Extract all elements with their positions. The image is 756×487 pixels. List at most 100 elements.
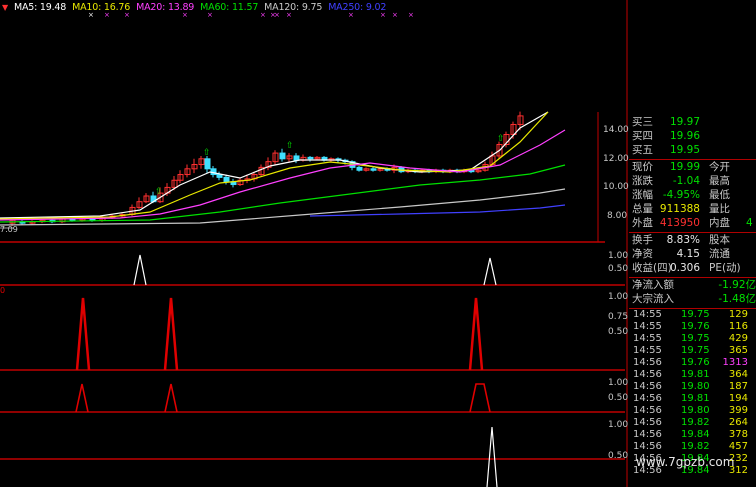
ma-legend: ▼ MA5: 19.48 MA10: 16.76 MA20: 13.89 MA6… bbox=[0, 0, 386, 14]
tick-volume: 429 bbox=[728, 333, 748, 344]
quote-block-inflow: 大宗流入 -1.48亿 bbox=[632, 293, 756, 305]
tick-volume: 457 bbox=[728, 441, 748, 452]
price-tick-12: 12.00 bbox=[603, 154, 629, 164]
tick-row: 14:56 19.80 187 bbox=[629, 381, 756, 393]
tick-volume: 1313 bbox=[722, 357, 748, 368]
tick-price: 19.76 bbox=[681, 321, 710, 332]
tick-price: 19.75 bbox=[681, 333, 710, 344]
up-arrow-icon: ⇧ bbox=[497, 134, 505, 144]
candle-body bbox=[223, 176, 230, 183]
tick-price: 19.75 bbox=[681, 345, 710, 356]
panel-tag: 0 bbox=[0, 286, 5, 295]
ma250-label: MA250: 9.02 bbox=[328, 1, 387, 13]
ma5-label: MA5: 19.48 bbox=[13, 1, 67, 13]
signal3-spike bbox=[164, 383, 178, 413]
tick-price: 19.82 bbox=[681, 417, 710, 428]
signal2-spike bbox=[163, 297, 179, 371]
tick-volume: 264 bbox=[728, 417, 748, 428]
candle-body bbox=[204, 158, 211, 170]
tick-time: 14:56 bbox=[633, 369, 662, 380]
signal4-spike bbox=[486, 426, 498, 487]
tick-time: 14:56 bbox=[633, 417, 662, 428]
quote-panel: 买三 19.97 买四 19.96 买五 19.95 现价 19.99 今开 涨… bbox=[629, 111, 756, 487]
ma250-line bbox=[309, 204, 566, 217]
tick-time: 14:55 bbox=[633, 345, 662, 356]
tick-price: 19.81 bbox=[681, 393, 710, 404]
tick-row: 14:56 19.76 1313 bbox=[629, 357, 756, 369]
signal1-spike bbox=[133, 254, 147, 286]
price-low-label: 7.09 bbox=[0, 225, 18, 234]
signal2-spike bbox=[468, 297, 484, 371]
quote-turnover: 换手 8.83% 股本 bbox=[632, 234, 730, 246]
tick-time: 14:55 bbox=[633, 333, 662, 344]
tick-time: 14:55 bbox=[633, 321, 662, 332]
candlestick-series bbox=[9, 111, 524, 227]
signal2-spike bbox=[75, 297, 91, 371]
signal3-spike bbox=[75, 383, 89, 413]
signal1-spike bbox=[483, 257, 497, 286]
tick-time: 14:55 bbox=[633, 309, 662, 320]
signal3-spike bbox=[469, 383, 491, 413]
ma5-line bbox=[0, 111, 549, 219]
price-tick-14: 14.00 bbox=[603, 125, 629, 135]
ma10-label: MA10: 16.76 bbox=[72, 1, 131, 13]
tick-volume: 194 bbox=[728, 393, 748, 404]
tick-time: 14:56 bbox=[633, 381, 662, 392]
sig2-tick-05: 0.50 bbox=[608, 327, 629, 337]
candle-body bbox=[279, 152, 286, 160]
marker-x: × bbox=[408, 11, 414, 19]
tick-row: 14:56 19.84 378 bbox=[629, 429, 756, 441]
quote-net-assets: 净资 4.15 流通 bbox=[632, 248, 730, 260]
tick-price: 19.80 bbox=[681, 405, 710, 416]
tick-volume: 129 bbox=[728, 309, 748, 320]
sig2-tick-075: 0.75 bbox=[608, 312, 629, 322]
sig4-tick-05: 0.50 bbox=[608, 451, 629, 461]
sig4-tick-1: 1.00 bbox=[608, 420, 629, 430]
tick-time: 14:56 bbox=[633, 393, 662, 404]
tick-volume: 399 bbox=[728, 405, 748, 416]
quote-net-inflow: 净流入额 -1.92亿 bbox=[632, 279, 756, 291]
tick-row: 14:56 19.81 364 bbox=[629, 369, 756, 381]
red-down-triangle-icon: ▼ bbox=[2, 2, 8, 12]
tick-price: 19.76 bbox=[681, 357, 710, 368]
candle-body bbox=[307, 156, 314, 160]
quote-buy5: 买五 19.95 bbox=[632, 144, 700, 156]
price-tick-10: 10.00 bbox=[603, 182, 629, 192]
tick-volume: 187 bbox=[728, 381, 748, 392]
ma20-line bbox=[0, 129, 566, 221]
tick-time: 14:56 bbox=[633, 441, 662, 452]
sig3-tick-1: 1.00 bbox=[608, 378, 629, 388]
marker-x: × bbox=[392, 11, 398, 19]
tick-time: 14:56 bbox=[633, 429, 662, 440]
sig1-tick-1: 1.00 bbox=[608, 251, 629, 261]
sig1-tick-05: 0.50 bbox=[608, 264, 629, 274]
candle-body bbox=[370, 168, 377, 171]
price-tick-8: 8.00 bbox=[607, 211, 628, 221]
tick-row: 14:55 19.75 429 bbox=[629, 333, 756, 345]
ma60-label: MA60: 11.57 bbox=[200, 1, 259, 13]
quote-outer: 外盘 413950 内盘 4 bbox=[632, 217, 753, 229]
quote-change: 涨跌 -1.04 最高 bbox=[632, 175, 730, 187]
signal-panels: 0 bbox=[0, 254, 498, 487]
sig2-tick-1: 1.00 bbox=[608, 292, 629, 302]
tick-row: 14:55 19.75 129 bbox=[629, 309, 756, 321]
quote-buy3: 买三 19.97 bbox=[632, 116, 700, 128]
watermark: www.7gpzb.com bbox=[636, 455, 735, 469]
quote-earnings: 收益(四) 0.306 PE(动) bbox=[632, 262, 741, 274]
tick-price: 19.84 bbox=[681, 429, 710, 440]
ma120-label: MA120: 9.75 bbox=[264, 1, 323, 13]
tick-price: 19.82 bbox=[681, 441, 710, 452]
quote-change-pct: 涨幅 -4.95% 最低 bbox=[632, 189, 730, 201]
tick-price: 19.80 bbox=[681, 381, 710, 392]
tick-volume: 378 bbox=[728, 429, 748, 440]
tick-price: 19.75 bbox=[681, 309, 710, 320]
quote-price: 现价 19.99 今开 bbox=[632, 161, 730, 173]
candle-body bbox=[216, 174, 223, 178]
tick-time: 14:56 bbox=[633, 357, 662, 368]
up-arrow-icon: ⇧ bbox=[286, 141, 294, 151]
tick-row: 14:55 19.76 116 bbox=[629, 321, 756, 333]
ma60-line bbox=[0, 164, 566, 223]
quote-volume: 总量 911388 量比 bbox=[632, 203, 730, 215]
tick-row: 14:56 19.82 264 bbox=[629, 417, 756, 429]
sig3-tick-05: 0.50 bbox=[608, 393, 629, 403]
